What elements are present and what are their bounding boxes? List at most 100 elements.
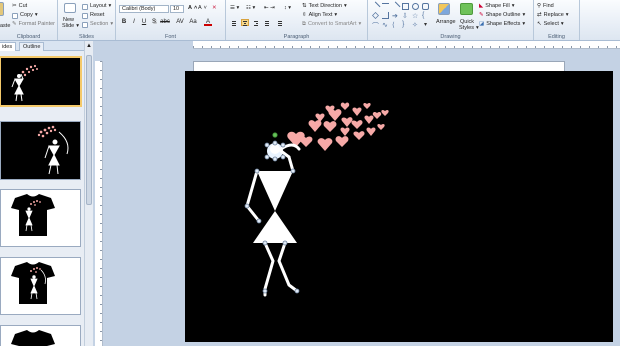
font-name-dropdown[interactable]: Calibri (Body): [119, 5, 169, 13]
oval-shape-icon[interactable]: [412, 3, 419, 10]
shape-outline-button[interactable]: ✎ Shape Outline ▾: [479, 12, 525, 19]
copy-button[interactable]: Copy ▾: [12, 12, 38, 19]
bold-button[interactable]: B: [120, 19, 128, 26]
chevron-down-icon: ▾: [343, 3, 347, 9]
italic-button[interactable]: I: [130, 19, 138, 26]
line-shape-icon[interactable]: [370, 1, 381, 12]
curve-shape-icon[interactable]: ⌒: [372, 21, 379, 30]
bracket-shape-icon[interactable]: ⟨: [392, 21, 399, 29]
tshirt-thumbnail-image: [11, 330, 55, 346]
slide-thumbnail[interactable]: [0, 56, 82, 107]
slides-group-label: Slides: [79, 34, 94, 40]
chevron-down-icon: ▾: [108, 3, 112, 9]
strikethrough-button[interactable]: abc: [158, 19, 172, 26]
shrink-font-button[interactable]: A ˅: [198, 5, 207, 12]
star-shape-icon[interactable]: ☆: [412, 12, 419, 20]
font-color-button[interactable]: A: [204, 19, 212, 26]
justify-button[interactable]: [263, 19, 271, 26]
select-button[interactable]: ↖ Select ▾: [537, 21, 564, 28]
copy-icon: [12, 12, 18, 19]
binoculars-icon: ⚲: [537, 3, 542, 9]
tab-outline[interactable]: Outline: [19, 42, 45, 51]
line-shape-icon-2[interactable]: [382, 3, 389, 10]
shape-fill-button[interactable]: ◣ Shape Fill ▾: [479, 3, 514, 10]
layout-button[interactable]: Layout ▾: [82, 3, 111, 10]
shadow-button[interactable]: S: [150, 19, 158, 26]
change-case-button[interactable]: Aa: [188, 19, 198, 26]
arrow-right-shape-icon[interactable]: ➔: [392, 12, 399, 20]
paste-icon[interactable]: [0, 2, 4, 16]
scroll-up-icon[interactable]: ▲: [86, 43, 92, 49]
cursor-icon: ↖: [537, 21, 542, 27]
text-direction-button[interactable]: ⇅ Text Direction ▾: [302, 3, 347, 10]
convert-smartart-button[interactable]: ⧉ Convert to SmartArt ▾: [302, 21, 361, 28]
slide-thumbnail[interactable]: [0, 189, 81, 247]
paste-button[interactable]: aste: [0, 23, 10, 30]
dancer-thumbnail-image: [37, 125, 69, 175]
pen-icon: ✎: [479, 12, 484, 18]
editing-group: ⚲ Find ⇄ Replace ▾ ↖ Select ▾ Editing: [534, 0, 580, 40]
down-arrow-icon: ˅: [203, 5, 207, 11]
slide-editor-area: [93, 41, 620, 346]
clipboard-group-label: Clipboard: [16, 34, 41, 40]
align-left-button[interactable]: [230, 19, 238, 26]
brush-icon: ✎: [12, 21, 17, 27]
horizontal-ruler: [193, 41, 620, 49]
replace-button[interactable]: ⇄ Replace ▾: [537, 12, 569, 19]
drawing-group: ➔ ⇩ ☆ { ⌒ ∿ ⟨ } ✧ ▾ Arrange Quick Styles…: [368, 0, 534, 40]
slide-thumbnail[interactable]: [0, 121, 81, 180]
brace-shape-icon-2[interactable]: }: [402, 21, 409, 28]
rounded-rect-shape-icon[interactable]: [422, 3, 429, 10]
rectangle-shape-icon[interactable]: [402, 3, 409, 10]
brace-shape-icon[interactable]: {: [422, 12, 429, 19]
rtriangle-shape-icon[interactable]: [382, 12, 389, 19]
section-button[interactable]: Section ▾: [82, 21, 113, 28]
slide-canvas[interactable]: [185, 71, 613, 342]
hearts: [287, 102, 389, 151]
arrow-down-shape-icon[interactable]: ⇩: [402, 12, 409, 20]
triangle-shape-icon[interactable]: [372, 12, 379, 19]
chevron-down-icon: ▾: [334, 12, 338, 18]
format-painter-button[interactable]: ✎ Format Painter: [12, 21, 55, 28]
arrow-shape-icon[interactable]: [390, 1, 401, 12]
find-button[interactable]: ⚲ Find: [537, 3, 554, 10]
editing-group-label: Editing: [548, 34, 565, 40]
font-group-label: Font: [164, 34, 176, 40]
new-slide-button-label2[interactable]: Slide ▾: [62, 23, 79, 30]
underline-button[interactable]: U: [140, 19, 148, 26]
dancer-artwork[interactable]: [185, 71, 613, 342]
columns-button[interactable]: [276, 19, 284, 26]
chevron-down-icon: ▾: [560, 21, 564, 27]
clear-formatting-icon[interactable]: ✕: [212, 5, 217, 12]
curve-shape-icon-2[interactable]: ∿: [382, 21, 389, 29]
quick-styles-button-label2[interactable]: Styles ▾: [459, 25, 479, 32]
shapes-more-icon[interactable]: ▾: [424, 21, 431, 28]
shape-effects-button[interactable]: ◪ Shape Effects ▾: [479, 21, 525, 28]
grow-font-button[interactable]: A ˄: [188, 5, 197, 12]
cut-button[interactable]: ✂ Cut: [12, 3, 27, 10]
arrange-button[interactable]: Arrange: [436, 19, 456, 26]
arrange-icon[interactable]: [438, 3, 450, 15]
font-size-dropdown[interactable]: 10: [170, 5, 184, 13]
character-spacing-button[interactable]: AV: [174, 19, 186, 26]
align-right-button[interactable]: [252, 19, 260, 26]
star-shape-icon-2[interactable]: ✧: [412, 21, 419, 29]
align-center-button[interactable]: [241, 19, 249, 26]
tab-slides[interactable]: ides: [0, 42, 17, 51]
numbering-button[interactable]: ☷ ▾: [246, 5, 255, 12]
new-slide-icon[interactable]: [64, 3, 76, 13]
align-text-button[interactable]: ⇳ Align Text ▾: [302, 12, 337, 19]
line-spacing-button[interactable]: ↕ ▾: [284, 5, 291, 12]
thumbnail-scrollbar[interactable]: ▲: [84, 41, 93, 346]
quick-styles-icon[interactable]: [460, 3, 473, 15]
scissors-icon: ✂: [12, 3, 17, 9]
indent-buttons[interactable]: ⇤ ⇥: [264, 5, 275, 12]
reset-button[interactable]: Reset: [82, 12, 104, 19]
bullets-button[interactable]: ☰ ▾: [230, 5, 239, 12]
tshirt-thumbnail-image: [11, 262, 55, 304]
slide-thumbnail[interactable]: [0, 325, 81, 346]
slide-thumbnail[interactable]: [0, 257, 81, 315]
dancer-figure[interactable]: [245, 143, 301, 297]
chevron-down-icon: ▾: [76, 23, 79, 29]
scrollbar-thumb[interactable]: [86, 55, 92, 205]
